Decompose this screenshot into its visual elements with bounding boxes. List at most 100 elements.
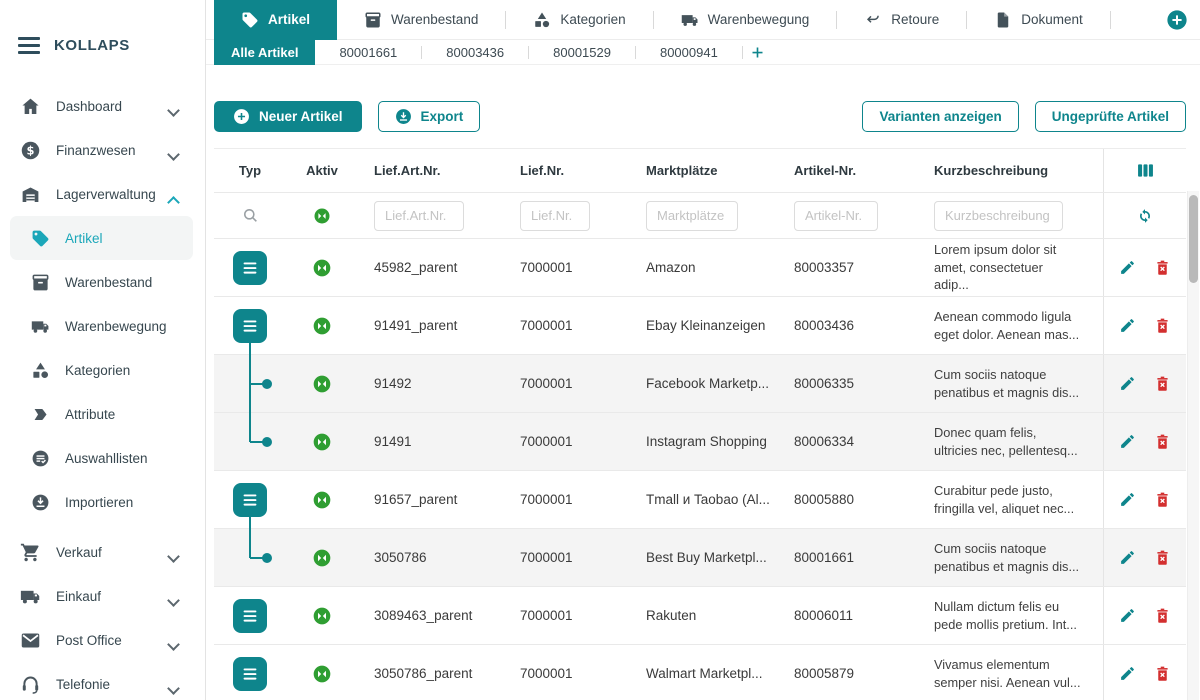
active-status-icon [313,207,331,225]
edit-button[interactable] [1119,259,1136,276]
subtab-80001661[interactable]: 80001661 [315,40,421,65]
sidebar-item-auswahllisten[interactable]: Auswahllisten [0,436,205,480]
hamburger-menu-icon[interactable] [18,37,40,54]
filter-lief-nr-input[interactable] [520,201,590,231]
sidebar-item-telefonie[interactable]: Telefonie [0,662,205,700]
subtab-80003436[interactable]: 80003436 [422,40,528,65]
pencil-icon [1119,375,1136,392]
edit-button[interactable] [1119,491,1136,508]
edit-button[interactable] [1119,549,1136,566]
tab-warenbestand[interactable]: Warenbestand [337,0,505,40]
lief-nr-cell: 7000001 [504,645,630,700]
filter-marktplaetze-input[interactable] [646,201,738,231]
table-row[interactable]: 91657_parent 7000001 Tmall и Taobao (Al.… [214,471,1186,529]
export-button[interactable]: Export [378,101,481,132]
new-article-button[interactable]: Neuer Artikel [214,101,362,132]
column-header-artikel-nr: Artikel-Nr. [778,149,918,192]
artikel-nr-cell: 80001661 [778,529,918,586]
delete-button[interactable] [1154,491,1171,508]
artikel-nr-cell: 80005879 [778,645,918,700]
table-row[interactable]: 91491 7000001 Instagram Shopping 8000633… [214,413,1186,471]
column-header-aktiv: Aktiv [286,149,358,192]
edit-button[interactable] [1119,607,1136,624]
sidebar-item-artikel[interactable]: Artikel [10,216,193,260]
chevron-down-icon [169,640,177,648]
delete-button[interactable] [1154,433,1171,450]
subtab-80000941[interactable]: 80000941 [636,40,742,65]
tab-retoure[interactable]: Retoure [837,0,966,40]
marktplaetze-cell: Amazon [630,239,778,296]
edit-button[interactable] [1119,375,1136,392]
table-row[interactable]: 3050786_parent 7000001 Walmart Marketpl.… [214,645,1186,700]
table-header-row: Typ Aktiv Lief.Art.Nr. Lief.Nr. Marktplä… [214,149,1186,193]
pencil-icon [1119,433,1136,450]
subtab-80001529[interactable]: 80001529 [529,40,635,65]
sidebar-item-warenbestand[interactable]: Warenbestand [0,260,205,304]
show-variants-button[interactable]: Varianten anzeigen [862,101,1018,132]
chevron-up-icon [169,194,177,202]
shapes-icon [31,361,50,380]
artikel-nr-cell: 80003357 [778,239,918,296]
article-subtabbar: Alle Artikel 80001661 80003436 80001529 … [206,40,1200,65]
vertical-scrollbar-thumb[interactable] [1189,195,1198,283]
artikel-nr-cell: 80006011 [778,587,918,644]
sidebar-item-importieren[interactable]: Importieren [0,480,205,524]
tab-artikel[interactable]: Artikel [214,0,337,40]
edit-button[interactable] [1119,665,1136,682]
column-settings-button[interactable] [1135,160,1156,181]
table-row[interactable]: 3050786 7000001 Best Buy Marketpl... 800… [214,529,1186,587]
delete-button[interactable] [1154,317,1171,334]
filter-artikel-nr-input[interactable] [794,201,878,231]
delete-button[interactable] [1154,549,1171,566]
kurzbeschreibung-cell: Cum sociis natoque penatibus et magnis d… [918,355,1103,412]
table-row[interactable]: 45982_parent 7000001 Amazon 80003357 Lor… [214,239,1186,297]
sidebar-item-kategorien[interactable]: Kategorien [0,348,205,392]
column-header-typ: Typ [214,149,286,192]
subtab-alle-artikel[interactable]: Alle Artikel [214,40,315,65]
sidebar-item-attribute[interactable]: Attribute [0,392,205,436]
article-type-icon [233,483,267,517]
unchecked-articles-button[interactable]: Ungeprüfte Artikel [1035,101,1186,132]
sidebar-item-finanzwesen[interactable]: Finanzwesen [0,128,205,172]
type-filter-button[interactable] [241,206,260,225]
sidebar-item-verkauf[interactable]: Verkauf [0,530,205,574]
table-row[interactable]: 3089463_parent 7000001 Rakuten 80006011 … [214,587,1186,645]
lief-nr-cell: 7000001 [504,355,630,412]
sidebar-item-post-office[interactable]: Post Office [0,618,205,662]
sidebar-item-label: Einkauf [56,589,101,604]
tab-kategorien[interactable]: Kategorien [506,0,652,40]
pencil-icon [1119,491,1136,508]
tab-warenbewegung[interactable]: Warenbewegung [654,0,837,40]
delete-button[interactable] [1154,607,1171,624]
delete-button[interactable] [1154,665,1171,682]
button-label: Neuer Artikel [259,109,343,124]
table-row[interactable]: 91491_parent 7000001 Ebay Kleinanzeigen … [214,297,1186,355]
tab-dokument[interactable]: Dokument [967,0,1110,40]
sidebar-item-label: Lagerverwaltung [56,187,156,202]
delete-button[interactable] [1154,375,1171,392]
article-type-icon [233,309,267,343]
table-row[interactable]: 91492 7000001 Facebook Marketp... 800063… [214,355,1186,413]
tab-label: Kategorien [560,12,625,27]
kurzbeschreibung-cell: Vivamus elementum semper nisi. Aenean vu… [918,645,1103,700]
box-icon [31,273,50,292]
sidebar-item-lagerverwaltung[interactable]: Lagerverwaltung [0,172,205,216]
edit-button[interactable] [1119,433,1136,450]
sidebar-item-dashboard[interactable]: Dashboard [0,84,205,128]
aktiv-filter-toggle[interactable] [313,207,331,225]
artikel-nr-cell: 80006335 [778,355,918,412]
sidebar-item-warenbewegung[interactable]: Warenbewegung [0,304,205,348]
edit-button[interactable] [1119,317,1136,334]
filter-kurzbeschreibung-input[interactable] [934,201,1063,231]
refresh-button[interactable] [1135,206,1155,226]
add-subtab-button[interactable] [743,40,773,65]
plus-icon [750,45,765,60]
filter-lief-art-nr-input[interactable] [374,201,464,231]
add-module-button[interactable] [1166,9,1188,31]
dollar-icon [20,140,41,161]
sidebar-item-label: Attribute [65,407,115,422]
sidebar: KOLLAPS Dashboard Finanzwesen Lagerverwa… [0,0,206,700]
delete-button[interactable] [1154,259,1171,276]
truck-icon [31,317,50,336]
sidebar-item-einkauf[interactable]: Einkauf [0,574,205,618]
